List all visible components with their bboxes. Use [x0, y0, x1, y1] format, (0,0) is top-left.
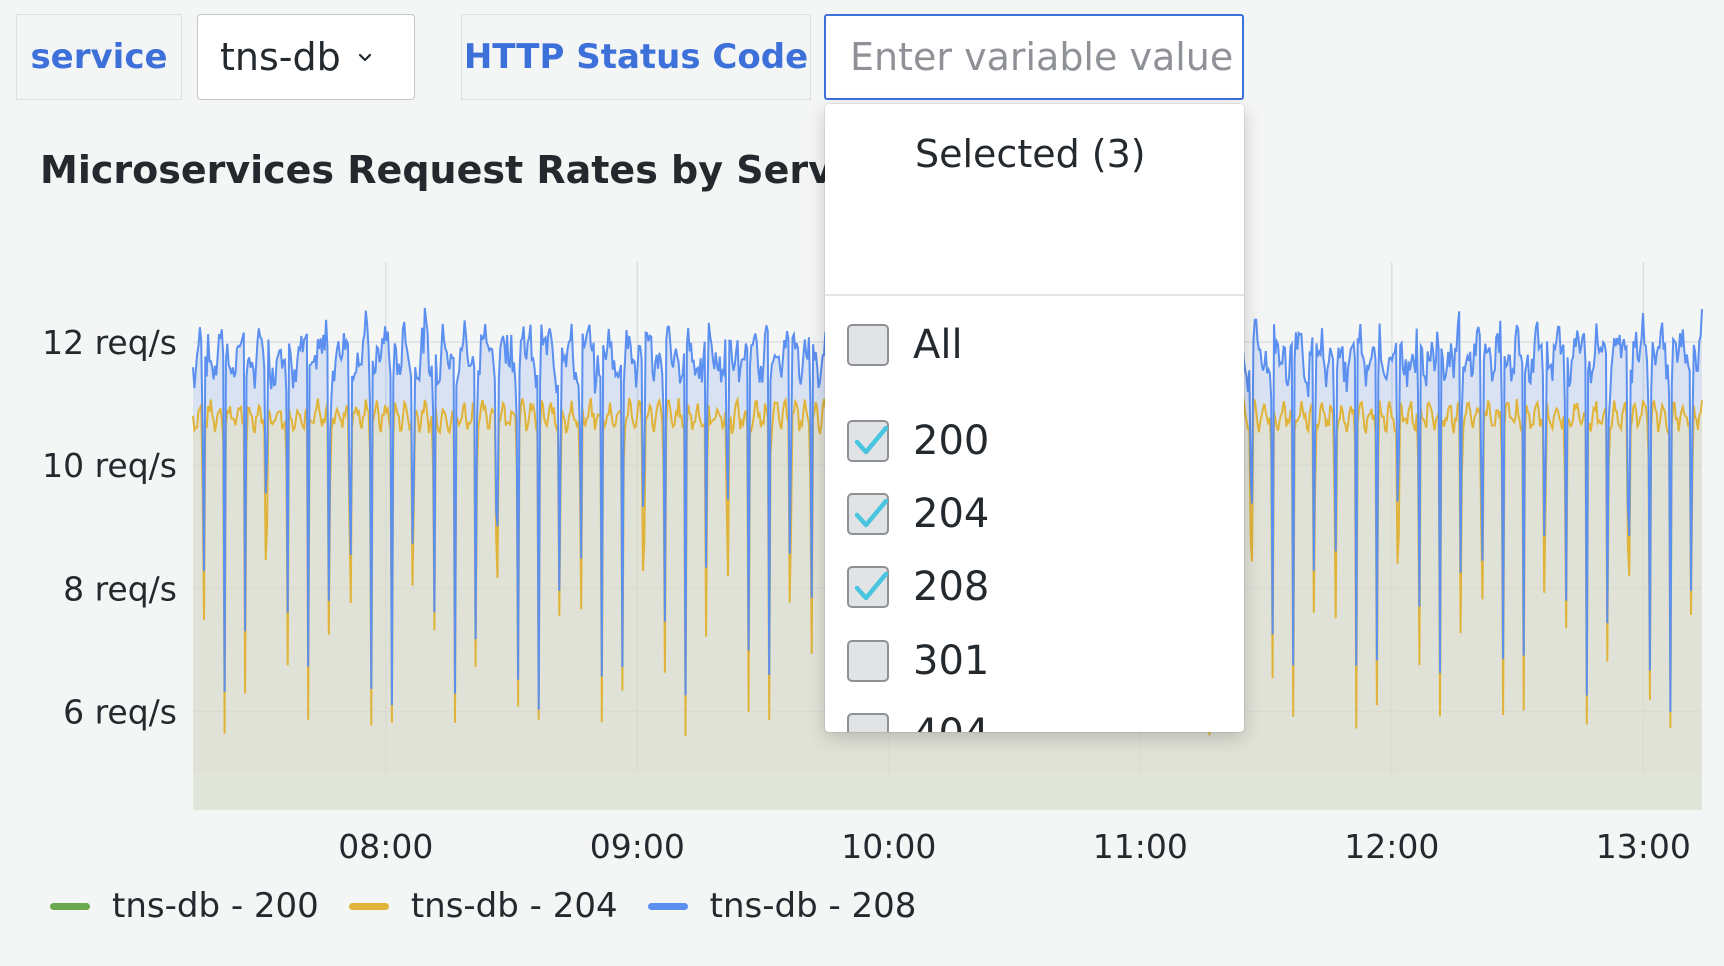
- checkbox-200[interactable]: [847, 420, 889, 462]
- chart-legend: tns-db - 200 tns-db - 204 tns-db - 208: [50, 886, 946, 926]
- check-icon: [854, 498, 889, 528]
- option-label: 200: [913, 418, 990, 464]
- x-tick-label: 11:00: [1093, 827, 1188, 866]
- x-tick-label: 10:00: [841, 827, 936, 866]
- checkbox-204[interactable]: [847, 493, 889, 535]
- checkbox-all[interactable]: [847, 324, 889, 366]
- option-label: 208: [913, 564, 990, 610]
- legend-item[interactable]: tns-db - 204: [348, 886, 618, 926]
- option-208[interactable]: 208: [847, 560, 989, 614]
- checkbox-208[interactable]: [847, 566, 889, 608]
- x-tick-label: 13:00: [1596, 827, 1691, 866]
- x-tick-label: 08:00: [338, 827, 433, 866]
- option-label: 404: [913, 711, 989, 732]
- x-tick-label: 09:00: [590, 827, 685, 866]
- option-all[interactable]: All: [847, 318, 963, 372]
- check-icon: [854, 571, 889, 601]
- legend-item[interactable]: tns-db - 208: [647, 886, 917, 926]
- x-axis-labels: 08:00 09:00 10:00 11:00 12:00 13:00: [338, 827, 1691, 866]
- option-404[interactable]: 404: [847, 707, 989, 732]
- y-tick-label: 10 req/s: [42, 446, 177, 485]
- checkbox-301[interactable]: [847, 640, 889, 682]
- dropdown-divider: [825, 294, 1244, 296]
- legend-label: tns-db - 204: [410, 886, 618, 926]
- y-tick-label: 8 req/s: [63, 569, 177, 608]
- legend-label: tns-db - 200: [112, 886, 319, 926]
- y-tick-label: 6 req/s: [63, 692, 177, 731]
- option-label: All: [913, 322, 963, 368]
- legend-swatch-208: [647, 902, 688, 910]
- option-200[interactable]: 200: [847, 414, 989, 468]
- option-label: 204: [913, 491, 990, 537]
- status-code-dropdown: Selected (3) All 200 204 208 301 404 500: [825, 104, 1244, 732]
- y-axis-labels: 6 req/s 8 req/s 10 req/s 12 req/s: [42, 323, 177, 731]
- area-200: [193, 773, 1702, 810]
- x-tick-label: 12:00: [1344, 827, 1439, 866]
- legend-label: tns-db - 208: [709, 886, 917, 926]
- option-301[interactable]: 301: [847, 634, 989, 688]
- legend-swatch-200: [50, 902, 90, 910]
- option-label: 301: [913, 638, 990, 684]
- option-204[interactable]: 204: [847, 487, 989, 541]
- legend-item[interactable]: tns-db - 200: [50, 886, 319, 926]
- dropdown-selected-count: Selected (3): [915, 132, 1146, 176]
- legend-swatch-204: [348, 902, 389, 910]
- y-tick-label: 12 req/s: [42, 323, 177, 362]
- check-icon: [854, 425, 889, 455]
- checkbox-404[interactable]: [847, 713, 889, 732]
